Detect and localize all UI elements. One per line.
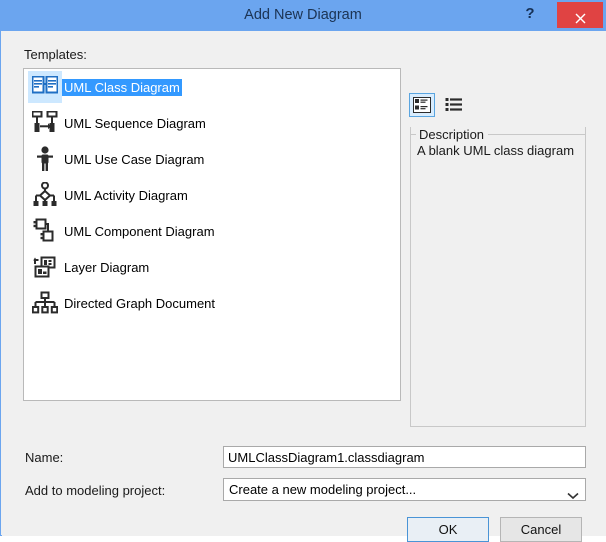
uml-use-case-diagram-icon (28, 143, 62, 175)
help-button[interactable]: ? (519, 1, 541, 27)
name-input[interactable] (223, 446, 586, 468)
list-item-label: UML Component Diagram (64, 223, 215, 239)
title-bar: Add New Diagram ? (1, 1, 605, 31)
list-item[interactable]: Directed Graph Document (24, 285, 400, 321)
close-icon (575, 13, 585, 23)
view-mode-toggle (409, 93, 467, 117)
tiles-view-button[interactable] (409, 93, 435, 117)
name-label: Name: (25, 450, 64, 465)
description-text: A blank UML class diagram (417, 143, 575, 158)
tiles-view-icon (413, 97, 431, 113)
list-item[interactable]: UML Component Diagram (24, 213, 400, 249)
ok-button[interactable]: OK (407, 517, 489, 542)
list-item-label: UML Sequence Diagram (64, 115, 206, 131)
layer-diagram-icon (28, 251, 62, 283)
directed-graph-document-icon (28, 287, 62, 319)
list-item-label: Directed Graph Document (64, 295, 216, 311)
list-item[interactable]: Layer Diagram (24, 249, 400, 285)
uml-activity-diagram-icon (28, 179, 62, 211)
add-new-diagram-dialog: Add New Diagram ? Templates: UML Class D… (0, 0, 606, 542)
cancel-button[interactable]: Cancel (500, 517, 582, 542)
templates-list[interactable]: UML Class Diagram UML Sequence Diagram U… (23, 68, 401, 401)
list-view-button[interactable] (441, 93, 467, 117)
list-item[interactable]: UML Use Case Diagram (24, 141, 400, 177)
list-item[interactable]: UML Class Diagram (24, 69, 400, 105)
list-item-label: UML Class Diagram (62, 78, 182, 96)
list-item[interactable]: UML Activity Diagram (24, 177, 400, 213)
list-view-icon (445, 98, 462, 111)
chevron-down-icon (567, 487, 579, 505)
close-button[interactable] (557, 2, 603, 28)
list-item-label: Layer Diagram (64, 259, 150, 275)
list-item-label: UML Activity Diagram (64, 187, 188, 203)
modeling-project-value: Create a new modeling project... (229, 482, 417, 497)
modeling-project-select[interactable]: Create a new modeling project... (223, 478, 586, 501)
description-panel (410, 127, 586, 427)
uml-class-diagram-icon (28, 71, 62, 103)
description-border-right (488, 134, 586, 135)
dialog-body: Templates: UML Class Diagram UML Sequenc… (2, 31, 606, 542)
templates-label: Templates: (24, 47, 87, 62)
list-item[interactable]: UML Sequence Diagram (24, 105, 400, 141)
uml-sequence-diagram-icon (28, 107, 62, 139)
list-item-label: UML Use Case Diagram (64, 151, 205, 167)
uml-component-diagram-icon (28, 215, 62, 247)
modeling-project-label: Add to modeling project: (25, 483, 166, 498)
window-title: Add New Diagram (244, 7, 362, 23)
description-legend: Description (416, 128, 488, 142)
